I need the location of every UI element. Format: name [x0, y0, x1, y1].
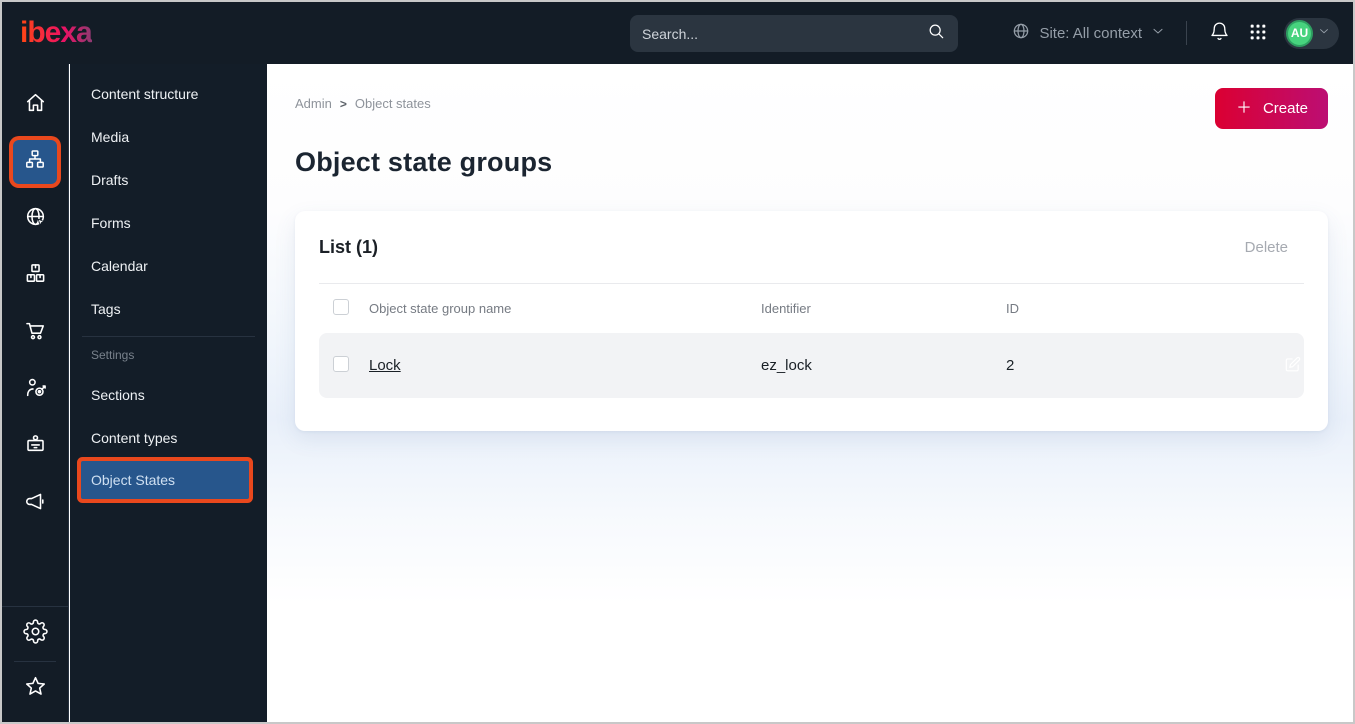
rail-item-customers[interactable] [2, 361, 68, 418]
rail-item-site[interactable] [2, 190, 68, 247]
site-context-label: Site: All context [1039, 24, 1142, 42]
globe-icon [1011, 21, 1031, 45]
object-state-group-link[interactable]: Lock [369, 357, 401, 374]
rail-item-people[interactable] [2, 418, 68, 475]
sidebar-item-object-states[interactable]: Object States [81, 461, 249, 499]
home-icon [23, 90, 48, 120]
id-badge-icon [23, 432, 48, 462]
rail-item-commerce[interactable] [2, 304, 68, 361]
app-switcher-button[interactable] [1246, 20, 1270, 47]
create-button-label: Create [1262, 100, 1308, 117]
rail-item-admin[interactable] [2, 607, 68, 661]
notifications-button[interactable] [1207, 19, 1232, 47]
table-row: Lock ez_lock 2 [319, 333, 1304, 398]
select-all-checkbox[interactable] [333, 299, 349, 315]
column-header-identifier: Identifier [761, 301, 811, 316]
global-search[interactable] [630, 15, 958, 52]
top-bar: ibexa Site: All context [2, 2, 1353, 64]
edit-button[interactable] [1281, 353, 1304, 379]
column-header-name: Object state group name [369, 301, 512, 316]
rail-item-products[interactable] [2, 247, 68, 304]
row-checkbox[interactable] [333, 355, 349, 372]
app-grid-icon [1248, 22, 1268, 45]
list-title: List (1) [319, 236, 379, 257]
page-title: Object state groups [295, 147, 553, 177]
rail-item-bookmarks[interactable] [2, 662, 68, 716]
ibexa-logo: ibexa [20, 16, 93, 49]
gear-icon [22, 619, 48, 649]
page-header-row: Admin > Object states Create [267, 64, 1353, 129]
chevron-down-icon [1150, 23, 1166, 43]
trash-icon [1217, 236, 1235, 258]
search-input[interactable] [642, 25, 926, 42]
rail-item-dashboard[interactable] [2, 76, 68, 133]
create-button[interactable]: Create [1214, 88, 1328, 129]
rail-item-content-structure[interactable] [2, 133, 68, 190]
content-structure-tree-icon [23, 147, 47, 176]
breadcrumb-current[interactable]: Object states [355, 96, 431, 111]
breadcrumb-admin-link[interactable]: Admin [295, 96, 332, 111]
rail-item-marketing[interactable] [2, 475, 68, 532]
sidebar-item-sections[interactable]: Sections [70, 373, 267, 416]
table-header-row: Object state group name Identifier ID [319, 284, 1304, 333]
commerce-cart-icon [23, 318, 48, 348]
avatar: AU [1286, 19, 1313, 47]
main-content: Admin > Object states Create Object stat… [267, 64, 1353, 722]
breadcrumb: Admin > Object states [295, 96, 431, 111]
site-context-dropdown[interactable]: Site: All context [1011, 21, 1166, 45]
product-boxes-icon [23, 261, 48, 291]
sidebar-item-forms[interactable]: Forms [70, 201, 267, 244]
rail-bottom-icons [2, 606, 68, 716]
topbar-right-group: Site: All context AU [1011, 2, 1339, 64]
site-globe-cursor-icon [23, 204, 48, 234]
plus-icon [1235, 98, 1253, 120]
sidebar-item-content-types[interactable]: Content types [70, 416, 267, 459]
sidebar-menu: Content structure Media Drafts Forms Cal… [70, 64, 267, 722]
chevron-down-icon [1317, 24, 1331, 43]
sidebar-item-tags[interactable]: Tags [70, 287, 267, 330]
sidebar-section-label: Settings [91, 348, 135, 362]
bell-icon [1209, 21, 1230, 45]
column-header-id: ID [1006, 301, 1019, 316]
user-menu[interactable]: AU [1284, 17, 1339, 49]
breadcrumb-separator: > [339, 96, 347, 111]
star-icon [23, 674, 48, 704]
delete-button[interactable]: Delete [1217, 236, 1288, 258]
customer-target-icon [23, 375, 48, 405]
row-identifier: ez_lock [761, 357, 812, 374]
list-card-header: List (1) Delete [319, 211, 1304, 283]
list-card: List (1) Delete Object state group name … [295, 211, 1328, 431]
app-window: ibexa Site: All context [0, 0, 1355, 724]
sidebar-item-content-structure[interactable]: Content structure [70, 72, 267, 115]
icon-rail [2, 64, 69, 722]
active-rail-highlight [13, 139, 57, 184]
sidebar-item-media[interactable]: Media [70, 115, 267, 158]
search-icon [926, 21, 946, 46]
edit-icon [1283, 355, 1302, 377]
sidebar-item-drafts[interactable]: Drafts [70, 158, 267, 201]
sidebar-item-calendar[interactable]: Calendar [70, 244, 267, 287]
megaphone-icon [23, 489, 48, 519]
row-id: 2 [1006, 357, 1015, 374]
topbar-divider [1186, 21, 1187, 45]
delete-button-label: Delete [1244, 238, 1288, 256]
rail-top-icons [2, 64, 68, 532]
